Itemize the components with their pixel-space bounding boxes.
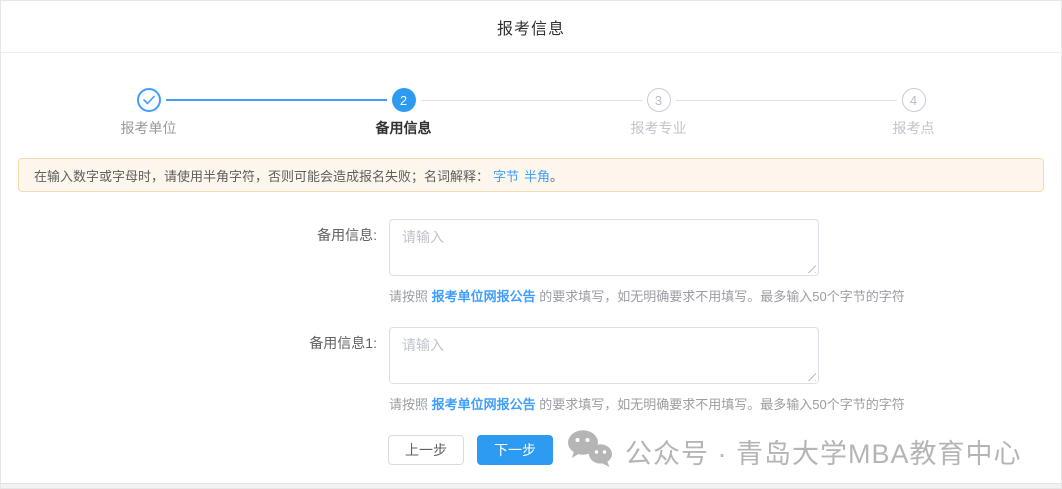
- halfwidth-definition-link[interactable]: 半角: [524, 166, 550, 185]
- check-icon: [143, 93, 155, 108]
- previous-step-button[interactable]: 上一步: [388, 435, 464, 465]
- step-1-label: 报考单位: [121, 118, 177, 138]
- warning-suffix: 。: [550, 166, 563, 185]
- step-application-unit: 报考单位: [21, 88, 276, 140]
- unit-announcement-link[interactable]: 报考单位网报公告: [432, 289, 536, 304]
- page-title: 报考信息: [497, 15, 565, 39]
- step-4-label: 报考点: [893, 118, 935, 138]
- wizard-actions: 上一步 下一步: [388, 435, 553, 465]
- backup-info-help: 请按照 报考单位网报公告 的要求填写，如无明确要求不用填写。最多输入50个字节的…: [389, 286, 905, 305]
- wechat-icon: [567, 429, 613, 474]
- step-3-circle: 3: [647, 88, 671, 112]
- step-2-circle: 2: [392, 88, 416, 112]
- unit-announcement-link[interactable]: 报考单位网报公告: [432, 397, 536, 412]
- backup-info-textarea[interactable]: [389, 219, 819, 276]
- help-prefix: 请按照: [389, 397, 432, 412]
- wechat-watermark: 公众号 · 青岛大学MBA教育中心: [567, 429, 1022, 473]
- step-wizard: 报考单位 2 备用信息 3 报考专业 4 报考点: [21, 88, 1041, 140]
- byte-definition-link[interactable]: 字节: [493, 166, 519, 185]
- help-suffix: 的要求填写，如无明确要求不用填写。最多输入50个字节的字符: [536, 289, 905, 304]
- step-1-circle: [137, 88, 161, 112]
- step-4-circle: 4: [902, 88, 926, 112]
- help-suffix: 的要求填写，如无明确要求不用填写。最多输入50个字节的字符: [536, 397, 905, 412]
- watermark-text: 公众号 · 青岛大学MBA教育中心: [625, 432, 1022, 471]
- backup-info1-textarea[interactable]: [389, 327, 819, 384]
- step-3-label: 报考专业: [631, 118, 687, 138]
- step-2-label: 备用信息: [376, 118, 432, 138]
- page-header: 报考信息: [1, 1, 1061, 53]
- step-application-point: 4 报考点: [786, 88, 1041, 140]
- backup-info1-label: 备用信息1:: [157, 333, 377, 353]
- halfwidth-warning-banner: 在输入数字或字母时，请使用半角字符，否则可能会造成报名失败；名词解释：字节半角。: [18, 158, 1044, 192]
- backup-info1-help: 请按照 报考单位网报公告 的要求填写，如无明确要求不用填写。最多输入50个字节的…: [389, 394, 905, 413]
- application-info-page: 报考信息 报考单位 2 备用信息 3 报考专业 4 报考点 在输入数字或字: [0, 0, 1062, 489]
- warning-text: 在输入数字或字母时，请使用半角字符，否则可能会造成报名失败；名词解释：: [34, 166, 489, 185]
- step-backup-info: 2 备用信息: [276, 88, 531, 140]
- help-prefix: 请按照: [389, 289, 432, 304]
- next-step-button[interactable]: 下一步: [477, 435, 553, 465]
- page-bottom-edge: [1, 483, 1061, 488]
- backup-info-label: 备用信息:: [157, 225, 377, 245]
- step-application-major: 3 报考专业: [531, 88, 786, 140]
